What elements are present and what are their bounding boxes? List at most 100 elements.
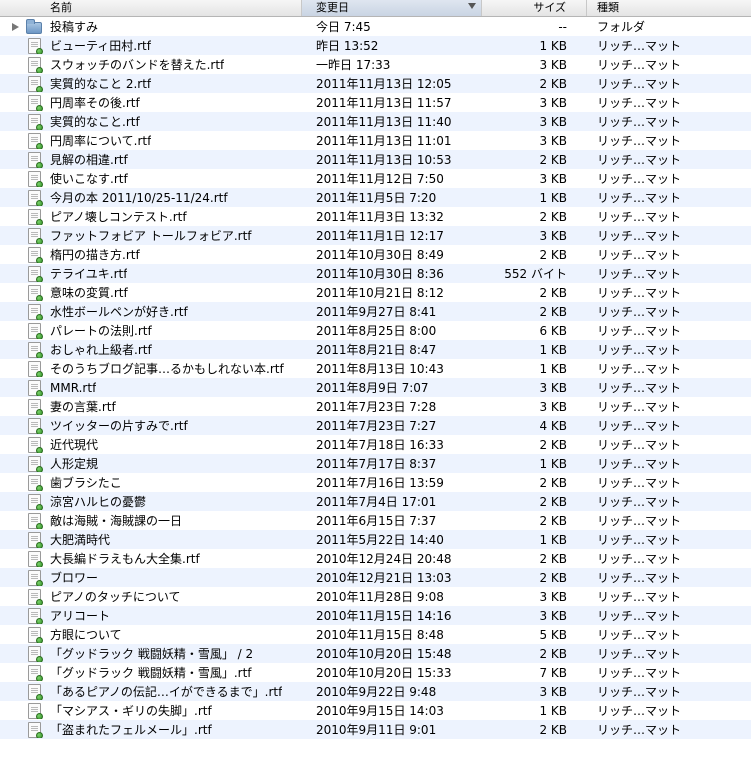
rtf-document-icon (28, 607, 43, 624)
file-row[interactable]: MMR.rtf 2011年8月9日 7:07 3 KB リッチ…マット (0, 378, 751, 397)
file-row[interactable]: テライユキ.rtf 2011年10月30日 8:36 552 バイト リッチ…マット (0, 264, 751, 283)
file-size: 2 KB (539, 247, 567, 262)
file-row[interactable]: 人形定規 2011年7月17日 8:37 1 KB リッチ…マット (0, 454, 751, 473)
file-row[interactable]: 近代現代 2011年7月18日 16:33 2 KB リッチ…マット (0, 435, 751, 454)
file-kind: リッチ…マット (597, 134, 682, 148)
file-row[interactable]: 「グッドラック 戦闘妖精・雪風」.rtf 2010年10月20日 15:33 7 K… (0, 663, 751, 682)
sort-descending-icon (468, 3, 476, 9)
file-row[interactable]: 涼宮ハルヒの憂鬱 2011年7月4日 17:01 2 KB リッチ…マット (0, 492, 751, 511)
file-row[interactable]: 妻の言葉.rtf 2011年7月23日 7:28 3 KB リッチ…マット (0, 397, 751, 416)
folder-row[interactable]: 投稿すみ 今日 7:45 -- フォルダ (0, 17, 751, 36)
file-size: 2 KB (539, 475, 567, 490)
modified-date: 2011年11月13日 10:53 (316, 153, 452, 167)
file-row[interactable]: 「あるピアノの伝記…イができるまで」.rtf 2010年9月22日 9:48 3 K… (0, 682, 751, 701)
rtf-document-icon (28, 512, 43, 529)
file-row[interactable]: 敵は海賊・海賊課の一日 2011年6月15日 7:37 2 KB リッチ…マット (0, 511, 751, 530)
modified-date: 2010年10月20日 15:48 (316, 647, 452, 661)
file-name: 使いこなす.rtf (50, 172, 128, 186)
modified-date: 2011年11月1日 12:17 (316, 229, 444, 243)
file-row[interactable]: 水性ボールペンが好き.rtf 2011年9月27日 8:41 2 KB リッチ…マット (0, 302, 751, 321)
file-row[interactable]: スウォッチのバンドを替えた.rtf 一昨日 17:33 3 KB リッチ…マット (0, 55, 751, 74)
file-size: 2 KB (539, 152, 567, 167)
name-cell: 円周率その後.rtf (0, 94, 302, 111)
modified-date: 2011年7月23日 7:28 (316, 400, 437, 414)
name-cell: MMR.rtf (0, 379, 302, 396)
disclosure-triangle-icon[interactable] (8, 22, 22, 31)
file-row[interactable]: 実質的なこと.rtf 2011年11月13日 11:40 3 KB リッチ…マット (0, 112, 751, 131)
file-row[interactable]: 歯ブラシたこ 2011年7月16日 13:59 2 KB リッチ…マット (0, 473, 751, 492)
file-row[interactable]: 「盗まれたフェルメール」.rtf 2010年9月11日 9:01 2 KB リッチ…マ… (0, 720, 751, 739)
file-row[interactable]: ファットフォビア トールフォビア.rtf 2011年11月1日 12:17 3 KB… (0, 226, 751, 245)
file-size: 3 KB (539, 171, 567, 186)
file-name: 歯ブラシたこ (50, 476, 122, 490)
name-cell: 近代現代 (0, 436, 302, 453)
file-row[interactable]: ツイッターの片すみで.rtf 2011年7月23日 7:27 4 KB リッチ…マット (0, 416, 751, 435)
rtf-document-icon (28, 569, 43, 586)
file-row[interactable]: 円周率その後.rtf 2011年11月13日 11:57 3 KB リッチ…マット (0, 93, 751, 112)
file-row[interactable]: アリコート 2010年11月15日 14:16 3 KB リッチ…マット (0, 606, 751, 625)
modified-date: 2011年7月18日 16:33 (316, 438, 444, 452)
file-name: テライユキ.rtf (50, 267, 128, 281)
file-name: ブロワー (50, 571, 99, 585)
rtf-document-icon (28, 645, 43, 662)
rtf-document-icon (28, 208, 43, 225)
file-size: 3 KB (539, 228, 567, 243)
file-size: 3 KB (539, 133, 567, 148)
file-row[interactable]: 大肥満時代 2011年5月22日 14:40 1 KB リッチ…マット (0, 530, 751, 549)
modified-date: 2010年11月28日 9:08 (316, 590, 444, 604)
file-size: 2 KB (539, 551, 567, 566)
file-row[interactable]: ピアノのタッチについて 2010年11月28日 9:08 3 KB リッチ…マット (0, 587, 751, 606)
file-name: 円周率について.rtf (50, 134, 152, 148)
file-row[interactable]: 意味の変質.rtf 2011年10月21日 8:12 2 KB リッチ…マット (0, 283, 751, 302)
column-header-kind[interactable]: 種類 (587, 0, 751, 16)
rtf-document-icon (28, 246, 43, 263)
column-header-size[interactable]: サイズ (482, 0, 587, 16)
rtf-document-icon (28, 341, 43, 358)
modified-date: 2010年9月11日 9:01 (316, 723, 437, 737)
file-size: 1 KB (539, 342, 567, 357)
rtf-document-icon (28, 37, 43, 54)
file-row[interactable]: ビューティ田村.rtf 昨日 13:52 1 KB リッチ…マット (0, 36, 751, 55)
file-name: 敵は海賊・海賊課の一日 (50, 514, 183, 528)
file-row[interactable]: 「マシアス・ギリの失脚」.rtf 2010年9月15日 14:03 1 KB リッチ…… (0, 701, 751, 720)
file-name: 水性ボールペンが好き.rtf (50, 305, 188, 319)
file-size: 2 KB (539, 494, 567, 509)
file-name: 「盗まれたフェルメール」.rtf (50, 723, 212, 737)
file-row[interactable]: 円周率について.rtf 2011年11月13日 11:01 3 KB リッチ…マット (0, 131, 751, 150)
rtf-document-icon (28, 132, 43, 149)
file-name: 方眼について (50, 628, 122, 642)
file-kind: リッチ…マット (597, 514, 682, 528)
name-cell: パレートの法則.rtf (0, 322, 302, 339)
file-row[interactable]: おしゃれ上級者.rtf 2011年8月21日 8:47 1 KB リッチ…マット (0, 340, 751, 359)
modified-date: 2011年11月13日 11:40 (316, 115, 452, 129)
column-header-date[interactable]: 変更日 (302, 0, 482, 16)
file-row[interactable]: 実質的なこと 2.rtf 2011年11月13日 12:05 2 KB リッチ…マット (0, 74, 751, 93)
file-size: 3 KB (539, 95, 567, 110)
file-name: ピアノ壊しコンテスト.rtf (50, 210, 187, 224)
name-cell: 使いこなす.rtf (0, 170, 302, 187)
name-cell: おしゃれ上級者.rtf (0, 341, 302, 358)
file-row[interactable]: 大長編ドラえもん大全集.rtf 2010年12月24日 20:48 2 KB リッチ…… (0, 549, 751, 568)
file-row[interactable]: ピアノ壊しコンテスト.rtf 2011年11月3日 13:32 2 KB リッチ…マッ… (0, 207, 751, 226)
file-size: 5 KB (539, 627, 567, 642)
file-row[interactable]: ブロワー 2010年12月21日 13:03 2 KB リッチ…マット (0, 568, 751, 587)
file-row[interactable]: 「グッドラック 戦闘妖精・雪風」 / 2 2010年10月20日 15:48 2 K… (0, 644, 751, 663)
file-row[interactable]: 使いこなす.rtf 2011年11月12日 7:50 3 KB リッチ…マット (0, 169, 751, 188)
rtf-document-icon (28, 664, 43, 681)
file-name: 大肥満時代 (50, 533, 111, 547)
file-row[interactable]: 見解の相違.rtf 2011年11月13日 10:53 2 KB リッチ…マット (0, 150, 751, 169)
file-row[interactable]: そのうちブログ記事…るかもしれない本.rtf 2011年8月13日 10:43 1 … (0, 359, 751, 378)
file-name: アリコート (50, 609, 111, 623)
file-row[interactable]: 楕円の描き方.rtf 2011年10月30日 8:49 2 KB リッチ…マット (0, 245, 751, 264)
modified-date: 2010年9月22日 9:48 (316, 685, 437, 699)
file-kind: リッチ…マット (597, 647, 682, 661)
rtf-document-icon (28, 531, 43, 548)
file-kind: リッチ…マット (597, 267, 682, 281)
file-row[interactable]: 今月の本 2011/10/25-11/24.rtf 2011年11月5日 7:20… (0, 188, 751, 207)
rtf-document-icon (28, 683, 43, 700)
file-row[interactable]: パレートの法則.rtf 2011年8月25日 8:00 6 KB リッチ…マット (0, 321, 751, 340)
file-name: 見解の相違.rtf (50, 153, 128, 167)
file-kind: リッチ…マット (597, 324, 682, 338)
file-row[interactable]: 方眼について 2010年11月15日 8:48 5 KB リッチ…マット (0, 625, 751, 644)
column-header-name[interactable]: 名前 (0, 0, 302, 16)
